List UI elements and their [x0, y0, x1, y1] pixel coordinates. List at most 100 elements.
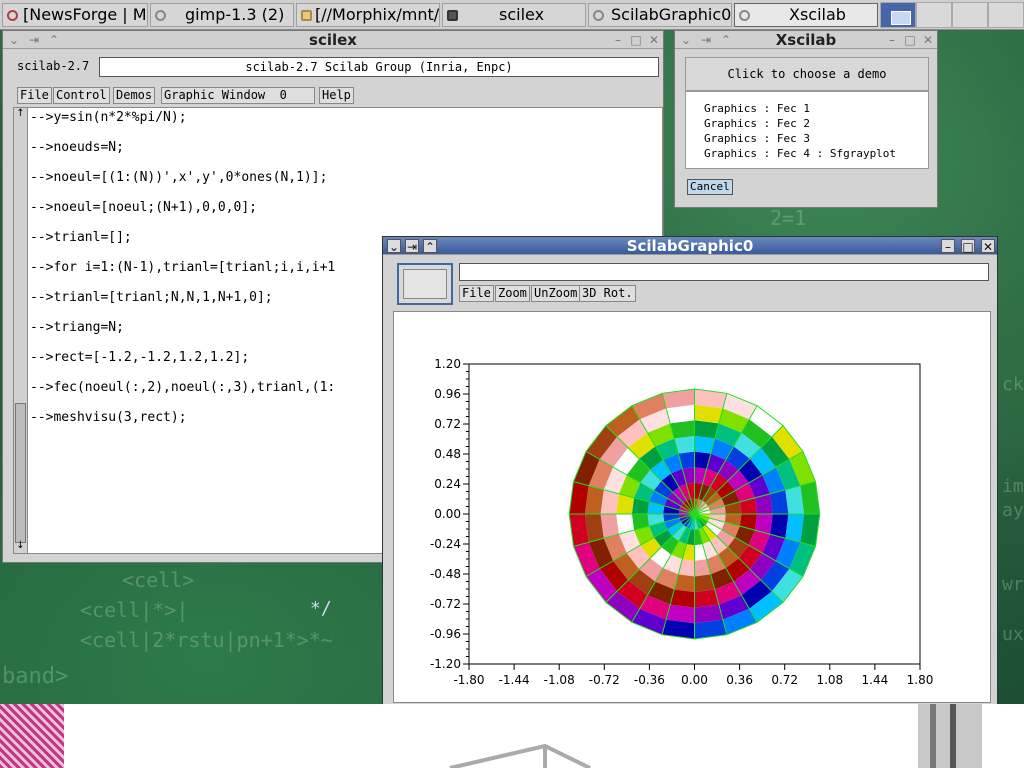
task-scilex[interactable]: scilex — [442, 3, 586, 27]
x-tick-label: 0.72 — [771, 673, 798, 687]
x-tick-label: -0.36 — [634, 673, 665, 687]
console-line: -->fec(noeul(:,2),noeul(:,3),trianl,(1: — [30, 380, 336, 395]
bg-text: <cell|*>| — [80, 598, 189, 622]
bg-text: im — [1002, 476, 1024, 497]
menu-label: File — [20, 88, 49, 102]
bg-text: wr — [1002, 574, 1024, 595]
menu-help[interactable]: Help — [319, 87, 354, 104]
scroll-down-icon[interactable]: ↓ — [15, 541, 26, 552]
graphic-menu-3d-rot[interactable]: 3D Rot. — [579, 285, 636, 302]
menu-label: Demos — [116, 88, 153, 102]
bg-text: band> — [2, 664, 69, 689]
console-line: -->rect=[-1.2,-1.2,1.2,1.2]; — [30, 350, 250, 365]
task-morphix[interactable]: [//Morphix/mnt/h — [296, 3, 440, 27]
menu-file[interactable]: File — [17, 87, 52, 104]
console-line: -->for i=1:(N-1),trianl=[trianl;i,i,i+1 — [30, 260, 336, 275]
folder-icon — [301, 10, 312, 21]
minimize-icon[interactable]: – — [941, 239, 955, 254]
task-label: ScilabGraphic0 — [611, 5, 732, 24]
scilex-menubar: File Control Demos Graphic Window 0 Help — [17, 87, 657, 105]
demo-item[interactable]: Graphics : Fec 2 — [704, 117, 810, 130]
task-xscilab[interactable]: Xscilab — [734, 3, 878, 27]
workspace-4[interactable] — [988, 2, 1024, 28]
task-label: [//Morphix/mnt/h — [315, 5, 440, 24]
menu-label: 3D Rot. — [582, 286, 633, 300]
plot-canvas[interactable]: -1.80 -1.44 -1.08 -0.72 -0.36 0.00 0.36 0.72 1.0… — [393, 311, 991, 703]
close-icon[interactable]: ✕ — [981, 239, 995, 254]
workspace-1[interactable] — [880, 2, 916, 28]
terminal-icon — [447, 10, 458, 21]
menu-label: Graphic Window 0 — [164, 88, 287, 102]
y-tick-label: -0.48 — [430, 567, 461, 581]
y-tick-label: 1.20 — [434, 357, 461, 371]
close-icon[interactable]: ✕ — [647, 33, 661, 47]
graphic-menu-unzoom[interactable]: UnZoom — [531, 285, 581, 302]
x-tick-label: 1.80 — [907, 673, 934, 687]
graphic-toolbar: File Zoom UnZoom 3D Rot. — [393, 259, 991, 311]
graphic-menu-zoom[interactable]: Zoom — [495, 285, 530, 302]
task-label: Xscilab — [789, 5, 846, 24]
workspace-pager[interactable] — [880, 2, 1024, 28]
y-tick-label: -0.24 — [430, 537, 461, 551]
bg-text: */ — [310, 598, 332, 619]
demo-item[interactable]: Graphics : Fec 3 — [704, 132, 810, 145]
console-line: -->meshvisu(3,rect); — [30, 410, 187, 425]
graphic-entry-field[interactable] — [459, 263, 989, 281]
demo-header: Click to choose a demo — [685, 57, 929, 91]
xscilab-titlebar[interactable]: ⌄ ⇥ ⌃ Xscilab – □ ✕ — [675, 31, 937, 49]
x-tick-label: -1.08 — [544, 673, 575, 687]
x-tick-label: -0.72 — [589, 673, 620, 687]
task-newsforge[interactable]: [NewsForge | Mi — [2, 3, 148, 27]
y-tick-label: 0.96 — [434, 387, 461, 401]
close-icon[interactable]: ✕ — [921, 33, 935, 47]
cancel-button[interactable]: Cancel — [687, 179, 733, 195]
scroll-up-icon[interactable]: ↑ — [15, 109, 26, 120]
task-label: gimp-1.3 (2) — [185, 5, 285, 24]
console-line: -->trianl=[]; — [30, 230, 132, 245]
y-tick-label: 0.00 — [434, 507, 461, 521]
demo-item[interactable]: Graphics : Fec 1 — [704, 102, 810, 115]
browser-icon — [7, 10, 18, 21]
task-label: [NewsForge | Mi — [23, 5, 148, 24]
window-title: scilex — [309, 31, 357, 49]
menu-label: Zoom — [498, 286, 527, 300]
fec-chart: -1.80 -1.44 -1.08 -0.72 -0.36 0.00 0.36 0.72 1.0… — [430, 357, 934, 687]
scilab-banner: scilab-2.7 Scilab Group (Inria, Enpc) — [99, 57, 659, 77]
maximize-icon[interactable]: □ — [961, 239, 975, 254]
workspace-2[interactable] — [916, 2, 952, 28]
scilab-icon — [593, 10, 604, 21]
menu-demos[interactable]: Demos — [113, 87, 156, 104]
menu-control[interactable]: Control — [53, 87, 110, 104]
y-tick-label: -0.72 — [430, 597, 461, 611]
scilex-titlebar[interactable]: ⌄ ⇥ ⌃ scilex – □ ✕ — [3, 31, 663, 49]
task-scilabgraphic0[interactable]: ScilabGraphic0 — [588, 3, 732, 27]
minimize-icon[interactable]: – — [885, 33, 899, 47]
workspace-3[interactable] — [952, 2, 988, 28]
bg-text: ck — [1002, 374, 1024, 395]
console-line: -->y=sin(n*2*%pi/N); — [30, 110, 187, 125]
console-line: -->noeul=[noeul;(N+1),0,0,0]; — [30, 200, 257, 215]
background-shape — [449, 704, 982, 768]
y-tick-label: 0.72 — [434, 417, 461, 431]
y-tick-label: 0.48 — [434, 447, 461, 461]
gimp-icon — [155, 10, 166, 21]
scroll-thumb[interactable] — [15, 403, 26, 543]
menu-label: File — [462, 286, 491, 300]
graphic-titlebar[interactable]: ⌄ ⇥ ⌃ ScilabGraphic0 – □ ✕ — [383, 237, 997, 255]
background-image-strip — [0, 704, 1024, 768]
minimize-icon[interactable]: – — [611, 33, 625, 47]
demo-item[interactable]: Graphics : Fec 4 : Sfgrayplot — [704, 147, 896, 160]
graphic-menu-file[interactable]: File — [459, 285, 494, 302]
maximize-icon[interactable]: □ — [903, 33, 917, 47]
x-tick-label: 1.44 — [862, 673, 889, 687]
graphic-menubar: File Zoom UnZoom 3D Rot. — [459, 285, 859, 303]
x-tick-label: 0.36 — [726, 673, 753, 687]
bg-text: 2=1 — [770, 206, 807, 230]
task-gimp[interactable]: gimp-1.3 (2) — [150, 3, 294, 27]
bg-text: aye — [1002, 500, 1024, 521]
console-scrollbar[interactable]: ↑ ↓ — [14, 108, 28, 553]
menu-graphic-window[interactable]: Graphic Window 0 — [161, 87, 315, 104]
window-title: ScilabGraphic0 — [626, 237, 754, 255]
x-tick-label: 1.08 — [816, 673, 843, 687]
maximize-icon[interactable]: □ — [629, 33, 643, 47]
